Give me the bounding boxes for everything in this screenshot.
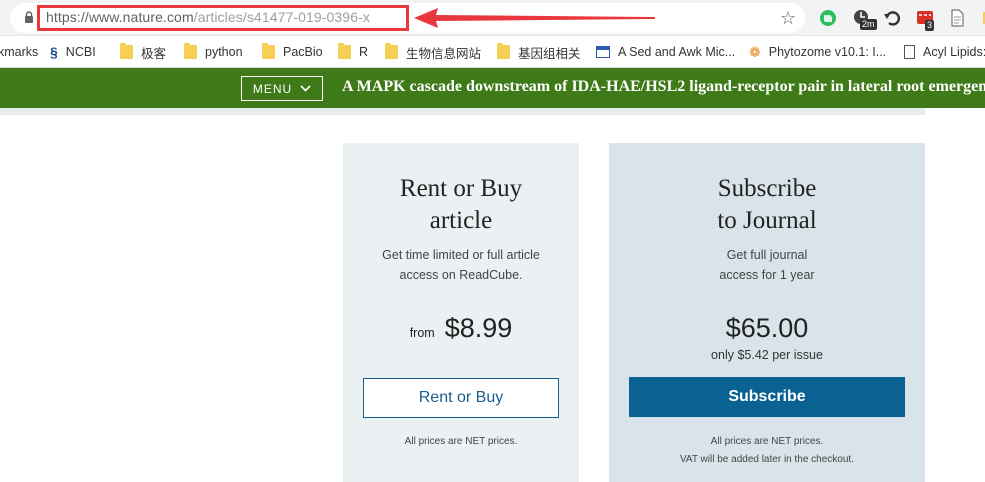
title-line: Rent or Buy bbox=[399, 175, 523, 202]
doc-icon bbox=[904, 45, 915, 59]
site-banner: MENU A MAPK cascade downstream of IDA-HA… bbox=[0, 68, 985, 108]
bookmark-label: R bbox=[359, 45, 369, 59]
bookmark-item[interactable]: Acyl Lipids: bbox=[904, 43, 985, 61]
bookmark-item[interactable]: A Sed and Awk Mic... bbox=[596, 43, 735, 61]
bookmark-label: python bbox=[205, 45, 243, 59]
bookmark-folder[interactable]: 极客 bbox=[120, 43, 166, 61]
desc-line: access for 1 year bbox=[719, 268, 815, 282]
mail-badge: 3 bbox=[925, 20, 935, 31]
page-icon bbox=[596, 46, 610, 58]
rent-or-buy-button[interactable]: Rent or Buy bbox=[363, 378, 559, 418]
bookmark-folder[interactable]: python bbox=[184, 43, 243, 61]
folder-icon bbox=[120, 43, 133, 59]
undo-icon[interactable] bbox=[882, 8, 902, 28]
rent-card: Rent or Buy article Get time limited or … bbox=[343, 143, 579, 482]
rent-price-note: All prices are NET prices. bbox=[404, 436, 518, 447]
bookmark-folder[interactable]: 基因组相关 bbox=[497, 43, 581, 61]
bookmark-label: kmarks bbox=[0, 45, 39, 59]
price-value: $8.99 bbox=[444, 313, 513, 343]
bookmark-label: Phytozome v10.1: I... bbox=[768, 45, 887, 59]
document-icon[interactable] bbox=[947, 8, 967, 28]
desc-line: Get full journal bbox=[726, 248, 808, 262]
folder-icon bbox=[184, 43, 197, 59]
bookmarks-bar: kmarks § NCBI 极客 python PacBio R 生物信息网站 … bbox=[0, 36, 985, 68]
desc-line: Get time limited or full article bbox=[382, 248, 540, 262]
subscribe-card: Subscribe to Journal Get full journal ac… bbox=[609, 143, 925, 482]
timer-badge: 2m bbox=[860, 19, 877, 30]
url-text[interactable]: https://www.nature.com/articles/s41477-0… bbox=[46, 9, 370, 25]
phytozome-icon: ❁ bbox=[749, 44, 761, 60]
subscribe-card-description: Get full journal access for 1 year bbox=[609, 245, 925, 285]
subscribe-price-note: All prices are NET prices. VAT will be a… bbox=[609, 433, 925, 469]
evernote-icon[interactable] bbox=[818, 8, 838, 28]
bookmark-folder[interactable]: 生物信息网站 bbox=[385, 43, 481, 61]
subscribe-price: $65.00 bbox=[609, 313, 925, 344]
folder-icon bbox=[385, 43, 398, 59]
bookmark-folder[interactable]: R bbox=[338, 43, 368, 61]
title-line: Subscribe bbox=[717, 175, 817, 202]
bookmark-label: 极客 bbox=[141, 46, 167, 61]
bookmark-item-ncbi[interactable]: § NCBI bbox=[50, 43, 96, 61]
note-line: All prices are NET prices. bbox=[710, 436, 824, 447]
title-line: article bbox=[429, 207, 493, 234]
divider-strip bbox=[0, 108, 925, 115]
chevron-down-icon bbox=[300, 85, 311, 92]
bookmark-item[interactable]: ❁ Phytozome v10.1: I... bbox=[749, 43, 886, 61]
rent-card-title: Rent or Buy article bbox=[343, 173, 579, 237]
article-title: A MAPK cascade downstream of IDA-HAE/HSL… bbox=[342, 78, 985, 95]
bookmark-item[interactable]: kmarks bbox=[0, 43, 38, 61]
browser-toolbar: https://www.nature.com/articles/s41477-0… bbox=[0, 0, 985, 36]
bookmark-label: PacBio bbox=[283, 45, 323, 59]
bookmark-folder[interactable]: PacBio bbox=[262, 43, 323, 61]
bookmark-label: NCBI bbox=[65, 45, 96, 59]
per-issue-price: only $5.42 per issue bbox=[711, 348, 823, 362]
folder-icon bbox=[338, 43, 351, 59]
ncbi-icon: § bbox=[50, 44, 58, 60]
note-line: VAT will be added later in the checkout. bbox=[680, 454, 854, 465]
rent-card-description: Get time limited or full article access … bbox=[343, 245, 579, 285]
title-line: to Journal bbox=[717, 207, 817, 234]
bookmark-label: Acyl Lipids: bbox=[923, 45, 985, 59]
folder-icon bbox=[262, 43, 275, 59]
desc-line: access on ReadCube. bbox=[399, 268, 523, 282]
menu-button[interactable]: MENU bbox=[241, 76, 323, 101]
more-icon[interactable] bbox=[975, 8, 985, 28]
lock-icon[interactable] bbox=[24, 11, 34, 24]
price-prefix: from bbox=[409, 326, 435, 340]
bookmark-label: 基因组相关 bbox=[518, 46, 581, 61]
price-value: $65.00 bbox=[725, 313, 809, 343]
bookmark-label: 生物信息网站 bbox=[406, 46, 482, 61]
rent-price: from $8.99 bbox=[343, 313, 579, 344]
subscribe-card-title: Subscribe to Journal bbox=[609, 173, 925, 237]
red-arrow-annotation bbox=[414, 8, 655, 28]
bookmark-label: A Sed and Awk Mic... bbox=[618, 45, 736, 59]
menu-label: MENU bbox=[252, 81, 293, 96]
bookmark-star-icon[interactable]: ☆ bbox=[780, 9, 796, 27]
url-host: https://www.nature.com bbox=[46, 9, 194, 25]
subscribe-button[interactable]: Subscribe bbox=[629, 377, 905, 417]
folder-icon bbox=[497, 43, 510, 59]
url-path: /articles/s41477-019-0396-x bbox=[193, 9, 370, 25]
